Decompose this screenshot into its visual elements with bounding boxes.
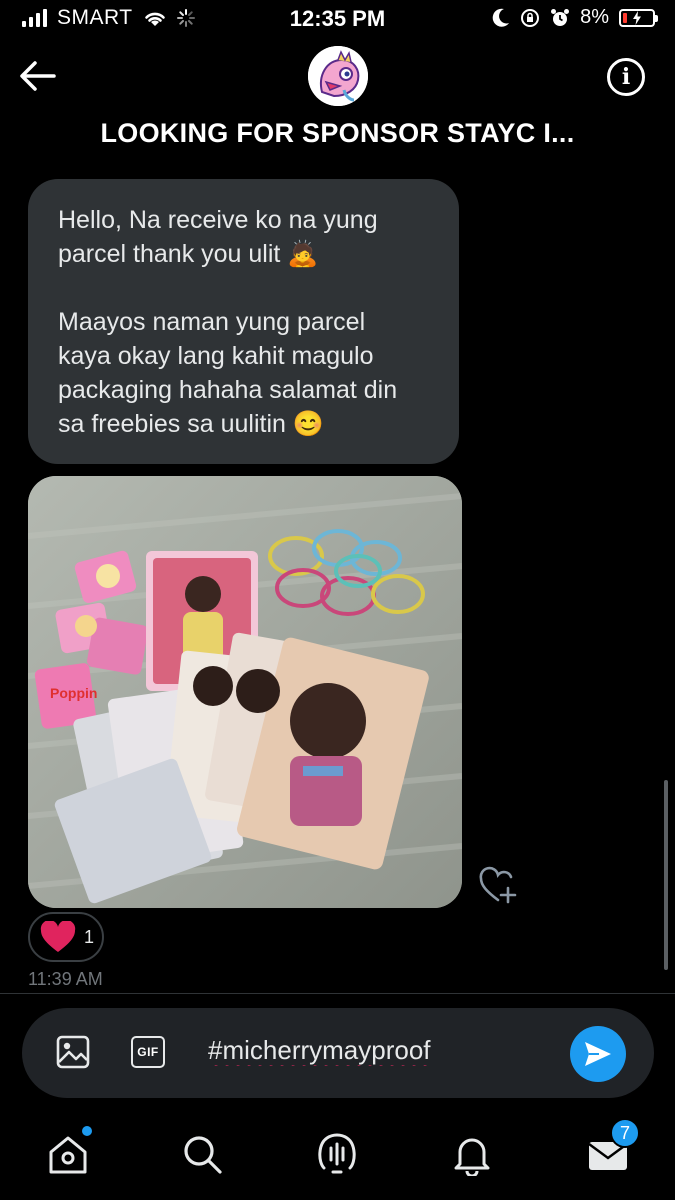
tab-spaces[interactable] (315, 1132, 359, 1176)
status-bar: SMART 12:35 PM 8% (0, 0, 675, 38)
conversation-header: i LOOKING FOR SPONSOR STAYC I... (0, 38, 675, 163)
info-icon: i (621, 64, 631, 90)
message-line: parcel thank you ulit 🙇 (58, 240, 319, 268)
photo-attachment[interactable]: Poppin (28, 476, 462, 908)
group-avatar[interactable] (308, 46, 368, 106)
back-arrow-icon[interactable] (18, 58, 58, 94)
message-timestamp: 11:39 AM (28, 969, 103, 989)
photocards-photo: Poppin (28, 476, 462, 908)
conversation-title[interactable]: LOOKING FOR SPONSOR STAYC I... (0, 118, 675, 149)
gif-button[interactable]: GIF (131, 1036, 165, 1068)
image-icon[interactable] (56, 1035, 90, 1069)
tab-search[interactable] (180, 1132, 224, 1176)
heart-icon (40, 921, 76, 952)
heart-reaction[interactable]: 1 (28, 912, 104, 962)
tab-messages[interactable]: 7 (586, 1118, 640, 1176)
message-line: sa freebies sa uulitin 😊 (58, 410, 324, 438)
message-input[interactable] (208, 1035, 538, 1066)
scrollbar[interactable] (664, 780, 668, 970)
message-line: Hello, Na receive ko na yung (58, 206, 378, 234)
charging-bolt-icon (633, 10, 641, 25)
message-line: Maayos naman yung parcel (58, 308, 366, 336)
tab-notifications[interactable] (450, 1132, 494, 1178)
reaction-count: 1 (84, 926, 95, 947)
tab-home[interactable] (46, 1126, 92, 1176)
message-line: kaya okay lang kahit magulo (58, 342, 374, 370)
home-icon (49, 1136, 87, 1174)
search-icon (184, 1136, 222, 1174)
bottom-tab-bar: 7 (0, 1110, 675, 1200)
moon-icon (492, 8, 510, 27)
send-button[interactable] (570, 1026, 626, 1082)
spaces-microphone-icon (318, 1133, 356, 1174)
battery-percent: 8% (580, 6, 609, 28)
message-composer: GIF (22, 1008, 654, 1098)
info-button[interactable]: i (607, 58, 645, 96)
bell-icon (454, 1138, 490, 1178)
home-notification-dot (82, 1126, 92, 1136)
dinosaur-avatar-icon (308, 46, 368, 106)
battery-icon (619, 8, 658, 27)
messages-badge: 7 (610, 1118, 640, 1148)
gif-label: GIF (137, 1045, 159, 1059)
message-line: packaging hahaha salamat din (58, 376, 398, 404)
add-reaction-icon[interactable] (478, 866, 518, 906)
divider (0, 993, 675, 994)
rotation-lock-icon (521, 8, 540, 27)
svg-text:Poppin: Poppin (50, 685, 97, 701)
alarm-icon (551, 8, 570, 26)
status-right: 8% (492, 6, 658, 29)
battery-level (623, 12, 627, 23)
send-icon (585, 1042, 611, 1066)
message-bubble[interactable]: Hello, Na receive ko na yung parcel than… (28, 179, 459, 464)
